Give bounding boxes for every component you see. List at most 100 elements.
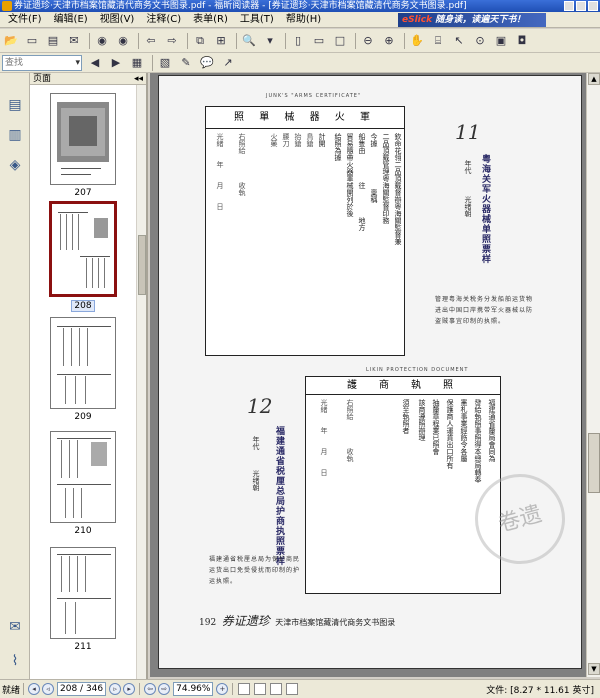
navigation-strip: ▤ ▥ ◈ ✉ ⌇ <box>0 73 30 679</box>
nav-down-icon[interactable]: ◉ <box>114 32 132 50</box>
document-scrollbar[interactable]: ▲ ▼ <box>586 73 600 677</box>
menu-view[interactable]: 视图(V) <box>94 12 141 28</box>
actual-size-icon[interactable]: □ <box>331 32 349 50</box>
hand-tool-icon[interactable]: ✋ <box>408 32 426 50</box>
next-page-icon[interactable]: ▹ <box>109 683 122 695</box>
layers-tab-icon[interactable]: ◈ <box>5 155 25 175</box>
doc1-col: 今據 稟稱 <box>370 133 378 245</box>
page-thumbnail-209[interactable]: 209 <box>30 317 136 422</box>
save-icon[interactable]: ▭ <box>23 32 41 50</box>
facing-icon[interactable] <box>270 683 283 695</box>
doc1-title: 粤海关军火器械单照票样 <box>480 154 490 264</box>
thumbnail-label: 207 <box>74 188 92 198</box>
thumbnail-image-selected <box>49 201 117 297</box>
menu-file[interactable]: 文件(F) <box>2 12 48 28</box>
find-input[interactable]: 查找 <box>2 54 82 71</box>
thumbnail-label: 210 <box>74 526 92 536</box>
page-thumbnail-207[interactable]: 207 <box>30 93 136 198</box>
scroll-down-icon[interactable]: ▼ <box>588 663 600 675</box>
page-thumbnail-210[interactable]: 210 <box>30 431 136 536</box>
print-icon[interactable]: ▤ <box>44 32 62 50</box>
doc1-header: 照 單 械 器 火 軍 <box>206 107 404 129</box>
find-placeholder: 查找 <box>5 57 24 68</box>
close-icon[interactable] <box>588 1 598 11</box>
pages-tab-icon[interactable]: ▤ <box>5 95 25 115</box>
copy-icon[interactable]: ⧉ <box>191 32 209 50</box>
main-toolbar: 📂 ▭ ▤ ✉ ◉ ◉ ⇦ ⇨ ⧉ ⊞ 🔍 ▾ ▯ ▭ □ ⊖ ⊕ ✋ ⌸ ↖ … <box>0 29 600 53</box>
thumbnail-image <box>50 317 116 409</box>
page-thumbnail-211[interactable]: 211 <box>30 547 136 652</box>
last-page-icon[interactable]: ▸ <box>123 683 136 695</box>
zoom-out-icon[interactable]: ⊖ <box>359 32 377 50</box>
email-icon[interactable]: ✉ <box>65 32 83 50</box>
doc1-col: 鳥鎗 <box>306 133 314 147</box>
doc1-col: 光緒 年 月 日 <box>216 133 224 210</box>
pages-panel-scrollbar[interactable] <box>136 85 146 679</box>
scroll-up-icon[interactable]: ▲ <box>588 73 600 85</box>
typewriter-icon[interactable]: ▧ <box>156 54 174 72</box>
camera-icon[interactable]: ◘ <box>513 32 531 50</box>
zoom-in-status-icon[interactable]: + <box>216 683 229 695</box>
first-page-icon[interactable]: ◂ <box>28 683 41 695</box>
menu-form[interactable]: 表单(R) <box>187 12 234 28</box>
pages-panel-title: 页面 <box>33 74 52 84</box>
menu-comment[interactable]: 注释(C) <box>140 12 187 28</box>
continuous-facing-icon[interactable] <box>286 683 299 695</box>
find-prev-icon[interactable]: ◀ <box>86 54 104 72</box>
back-icon[interactable]: ⇦ <box>142 32 160 50</box>
window-title: 券证遗珍·天津市档案馆藏清代商务文书图录.pdf - 福昕阅读器 - [券证遗珍… <box>14 1 467 11</box>
doc1-col: 二品頂戴管理粵海關監督印務 <box>382 133 390 224</box>
menu-edit[interactable]: 编辑(E) <box>48 12 94 28</box>
binoculars-icon[interactable]: ⊙ <box>471 32 489 50</box>
book-subtitle: 天津市档案馆藏清代商务文书图录 <box>275 618 396 627</box>
select-text-icon[interactable]: ⊞ <box>212 32 230 50</box>
continuous-icon[interactable] <box>254 683 267 695</box>
pages-panel: 页面 ◂◂ 207 208 209 210 211 <box>30 73 148 679</box>
thumbnail-image <box>50 547 116 639</box>
minimize-icon[interactable] <box>564 1 574 11</box>
image-icon[interactable]: ▣ <box>492 32 510 50</box>
arrow-tool-icon[interactable]: ↗ <box>219 54 237 72</box>
pointer-icon[interactable]: ↖ <box>450 32 468 50</box>
doc2-header: 護 商 執 照 <box>306 377 500 395</box>
fit-width-icon[interactable]: ▭ <box>310 32 328 50</box>
zoom-level-input[interactable]: 74.96% <box>173 682 214 696</box>
bookmarks-tab-icon[interactable]: ▥ <box>5 125 25 145</box>
page-footer: 192 券证遗珍 天津市档案馆藏清代商务文书图录 <box>199 612 395 629</box>
status-text: 就绪 <box>2 685 21 696</box>
paperclip-icon[interactable]: ⌇ <box>5 651 25 671</box>
prev-page-icon[interactable]: ◃ <box>42 683 55 695</box>
document-scrollbar-thumb[interactable] <box>588 433 600 493</box>
doc1-description: 管理粤海关税务分发船舶运货物进出中国口岸携带军火器械以防盗贼事宜印制的执照。 <box>435 296 534 325</box>
comment-icon[interactable]: 💬 <box>198 54 216 72</box>
fit-page-icon[interactable]: ▯ <box>289 32 307 50</box>
open-icon[interactable]: 📂 <box>2 32 20 50</box>
single-page-icon[interactable] <box>238 683 251 695</box>
page-thumbnail-208[interactable]: 208 <box>30 201 136 312</box>
attachments-tab-icon[interactable]: ✉ <box>5 617 25 637</box>
forward-icon[interactable]: ⇨ <box>163 32 181 50</box>
app-icon <box>2 1 12 11</box>
document-view[interactable]: JUNK'S "ARMS CERTIFICATE" 照 單 械 器 火 軍 欽命… <box>150 73 586 677</box>
history-forward-icon[interactable]: ⇨ <box>158 683 171 695</box>
ad-banner[interactable]: eSlick 随身读，读遍天下书！ <box>398 13 546 27</box>
maximize-icon[interactable] <box>576 1 586 11</box>
nav-up-icon[interactable]: ◉ <box>93 32 111 50</box>
find-options-icon[interactable]: ▦ <box>128 54 146 72</box>
pages-panel-header: 页面 ◂◂ <box>30 73 146 85</box>
zoom-plus-icon[interactable]: ⊕ <box>380 32 398 50</box>
page-number-input[interactable]: 208 / 346 <box>57 682 107 696</box>
menu-help[interactable]: 帮助(H) <box>280 12 327 28</box>
find-next-icon[interactable]: ▶ <box>107 54 125 72</box>
menu-tools[interactable]: 工具(T) <box>234 12 280 28</box>
history-back-icon[interactable]: ⇦ <box>144 683 157 695</box>
collapse-panel-icon[interactable]: ◂◂ <box>134 73 143 85</box>
note-edit-icon[interactable]: ✎ <box>177 54 195 72</box>
zoom-in-icon[interactable]: 🔍 <box>240 32 258 50</box>
ad-brand: eSlick <box>402 15 433 25</box>
likin-protection-document: LIKIN PROTECTION DOCUMENT 護 商 執 照 福建通省釐局… <box>305 367 501 594</box>
scrollbar-thumb[interactable] <box>138 235 146 295</box>
doc2-description: 福建通省税厘总局为保护商民运货出口免受侵扰而印制的护运执照。 <box>209 556 301 585</box>
zoom-menu-icon[interactable]: ▾ <box>261 32 279 50</box>
snapshot-icon[interactable]: ⌸ <box>429 32 447 50</box>
